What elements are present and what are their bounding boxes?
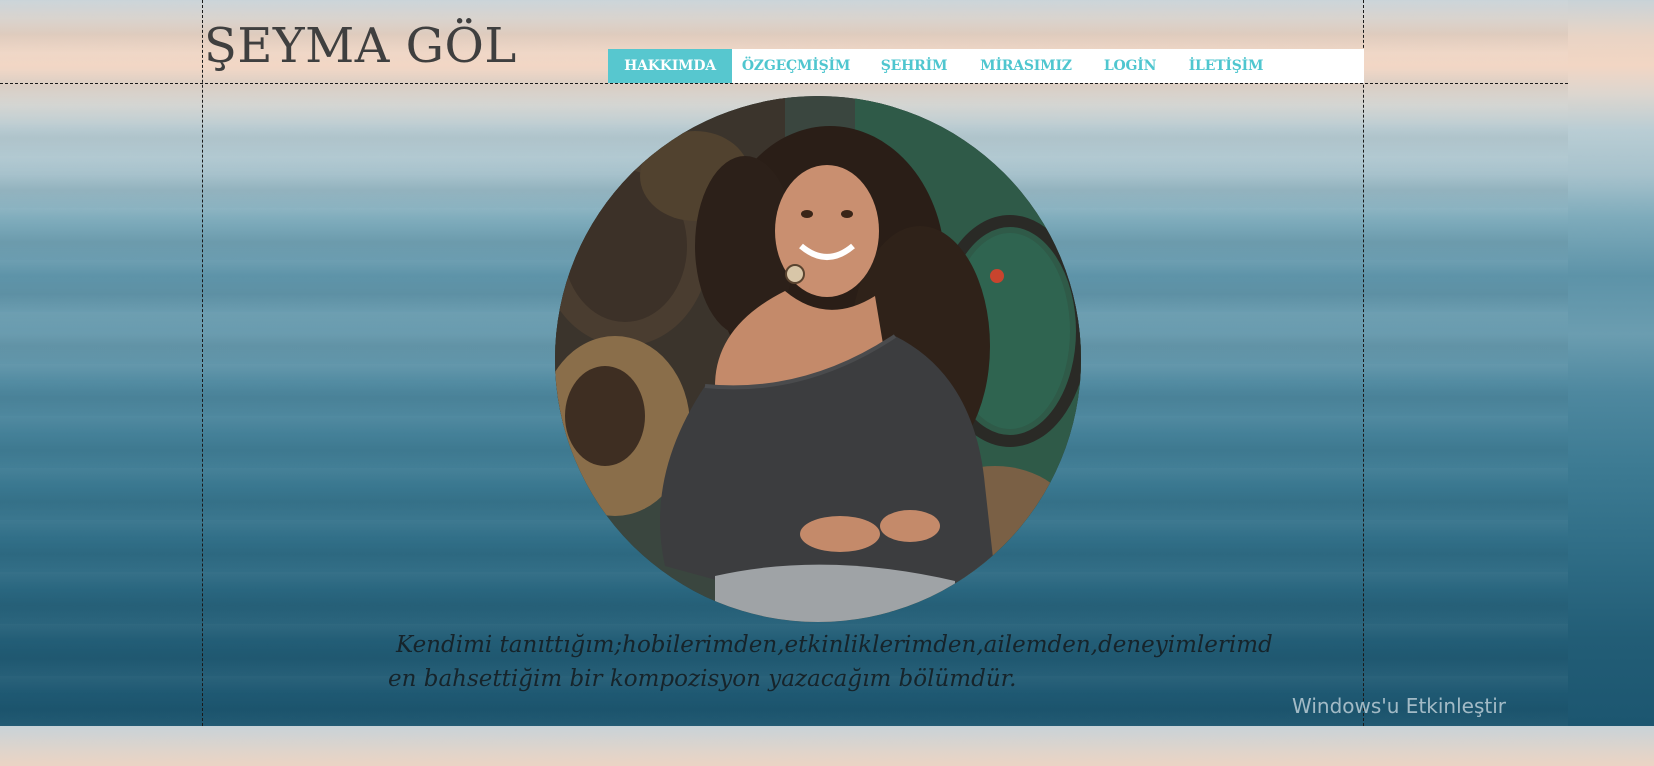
main-nav: HAKKIMDA ÖZGEÇMİŞİM ŞEHRİM MİRASIMIZ LOG… xyxy=(608,49,1364,83)
layout-guide-left xyxy=(202,0,203,726)
windows-activation-watermark: Windows'u Etkinleştir xyxy=(1292,694,1507,718)
nav-item-hakkimda[interactable]: HAKKIMDA xyxy=(608,49,732,83)
nav-item-sehrim[interactable]: ŞEHRİM xyxy=(860,49,968,83)
layout-guide-header xyxy=(0,83,1568,84)
nav-item-mirasimiz[interactable]: MİRASIMIZ xyxy=(968,49,1084,83)
profile-photo xyxy=(555,96,1081,622)
nav-item-login[interactable]: LOGİN xyxy=(1084,49,1176,83)
site-title: ŞEYMA GÖL xyxy=(204,18,517,74)
nav-item-ozgecmisim[interactable]: ÖZGEÇMİŞİM xyxy=(732,49,860,83)
nav-item-iletisim[interactable]: İLETİŞİM xyxy=(1176,49,1276,83)
profile-photo-illustration xyxy=(555,96,1081,622)
layout-guide-right xyxy=(1363,0,1364,726)
bio-text: Kendimi tanıttığım;hobilerimden,etkinlik… xyxy=(388,632,1273,692)
